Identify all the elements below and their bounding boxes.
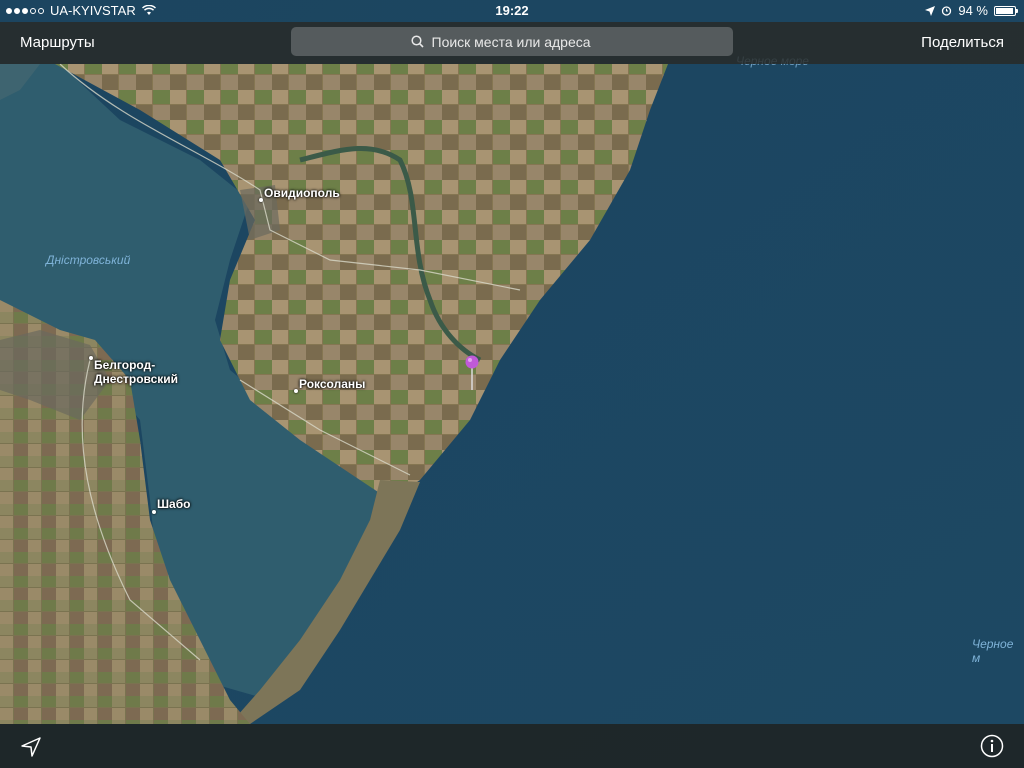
dropped-pin-icon[interactable] [465,354,481,392]
info-icon[interactable] [980,734,1004,758]
place-label-ovidiopol[interactable]: Овидиополь [264,186,340,200]
place-dot [89,356,93,360]
search-icon [410,35,424,48]
battery-fill [996,7,1013,14]
water-label-black-sea: Черное м [972,637,1014,665]
search-field[interactable] [291,27,733,56]
place-label-belgorod[interactable]: Белгород- Днестровский [94,358,178,386]
routes-button[interactable]: Маршруты [20,34,95,51]
location-arrow-icon[interactable] [20,736,42,758]
status-bar: UA-KYIVSTAR 19:22 94 % [0,0,1024,22]
status-time: 19:22 [495,3,529,18]
battery-icon [994,5,1018,16]
place-label-roksolany[interactable]: Роксоланы [299,377,365,391]
share-button[interactable]: Поделиться [921,34,1004,51]
navigation-bar: Маршруты Поделиться [0,22,1024,64]
place-label-shabo[interactable]: Шабо [157,497,190,511]
battery-percent: 94 % [958,3,988,18]
place-dot [259,198,263,202]
place-dot [294,389,298,393]
bottom-toolbar [0,724,1024,768]
status-right: 94 % [925,3,1018,18]
place-dot [152,510,156,514]
water-label-liman: Дністровський [46,253,131,267]
alarm-icon [942,6,952,16]
search-input[interactable] [429,32,614,51]
location-services-icon [925,5,936,16]
